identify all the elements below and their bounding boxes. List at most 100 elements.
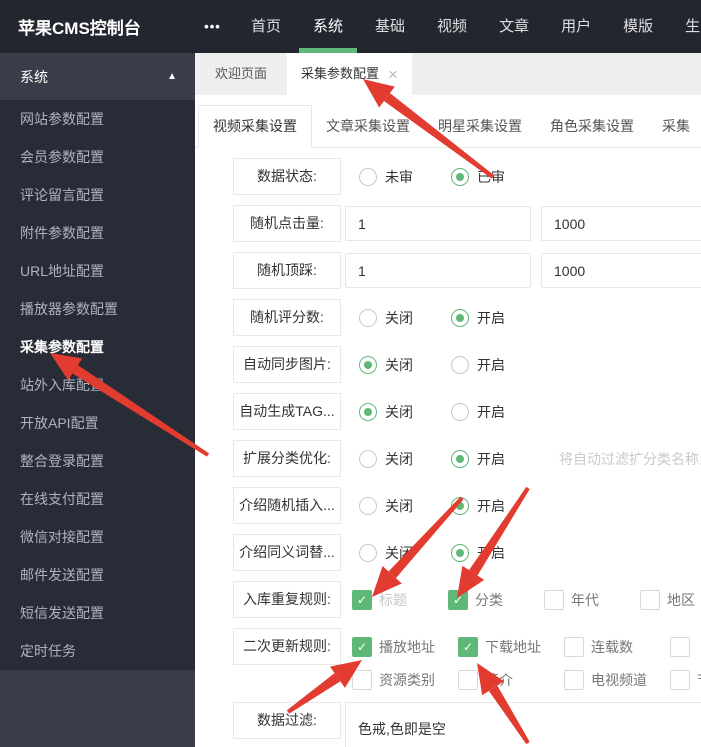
checkbox-label: 简介 [485,672,513,688]
radio-option[interactable]: 关闭 [359,496,413,516]
radio-icon [359,543,377,562]
top-nav-item-3[interactable]: 基础 [359,0,421,53]
sidebar-item-8[interactable]: 站外入库配置 [0,366,195,404]
checkbox-option[interactable]: ✓ 播放地址 [352,637,458,657]
checkbox-option[interactable]: ✓ 电视频道 [564,670,670,690]
row-label: 二次更新规则: [233,628,341,665]
more-menu-icon[interactable]: ••• [190,19,235,34]
sidebar-item-3[interactable]: 评论留言配置 [0,176,195,214]
window-tab-2[interactable]: 采集参数配置 × [287,53,412,95]
checkbox-option[interactable]: ✓ 下载地址 [458,637,564,657]
number-input-1[interactable] [345,206,531,241]
top-nav-item-label: 文章 [499,18,530,35]
checkbox-option[interactable]: ✓ 连载数 [564,637,670,657]
row-label: 入库重复规则: [233,581,341,618]
sidebar-item-11[interactable]: 在线支付配置 [0,480,195,518]
sidebar-item-6[interactable]: 播放器参数配置 [0,290,195,328]
radio-icon [451,355,469,374]
top-nav-item-7[interactable]: 模版 [607,0,669,53]
form-row-3: 随机顶踩: [233,252,701,289]
settings-tab-1[interactable]: 视频采集设置 [198,105,312,148]
sidebar-item-13[interactable]: 邮件发送配置 [0,556,195,594]
top-nav-item-1[interactable]: 首页 [235,0,297,53]
top-nav-item-4[interactable]: 视频 [421,0,483,53]
settings-tab-3[interactable]: 明星采集设置 [424,105,536,147]
close-icon[interactable]: × [388,66,398,83]
checkbox-option[interactable]: ✓ 标题 [352,590,448,610]
sidebar-item-15[interactable]: 定时任务 [0,632,195,670]
settings-tab-4[interactable]: 角色采集设置 [536,105,648,147]
top-nav: 首页 系统 基础 视频 文章 用户 模版 生 [235,0,701,53]
settings-tab-2[interactable]: 文章采集设置 [312,105,424,147]
top-nav-item-5[interactable]: 文章 [483,0,545,53]
row-controls: ✓标题✓分类✓年代✓地区✓ [341,581,701,612]
app-title: 苹果CMS控制台 [18,19,141,38]
row-label: 随机顶踩: [233,252,341,289]
sidebar-item-2[interactable]: 会员参数配置 [0,138,195,176]
checkbox-icon: ✓ [352,670,372,690]
window-tab-bar: 欢迎页面 采集参数配置 × [195,53,701,95]
sidebar-item-10[interactable]: 整合登录配置 [0,442,195,480]
radio-label: 关闭 [385,309,413,326]
radio-icon [451,496,469,515]
checkbox-option[interactable]: ✓ 年代 [544,590,640,610]
radio-option[interactable]: 关闭 [359,449,413,469]
sidebar-item-9[interactable]: 开放API配置 [0,404,195,442]
radio-dot [364,360,372,369]
radio-option[interactable]: 开启 [451,355,505,375]
row-controls: 关闭 开启 [345,393,529,430]
radio-label: 关闭 [385,450,413,467]
radio-option[interactable]: 开启 [451,402,505,422]
row-label: 自动同步图片: [233,346,341,383]
filter-input[interactable] [345,702,701,747]
radio-option[interactable]: 开启 [451,449,505,469]
row-controls: ✓播放地址✓下载地址✓连载数✓✓资源类别✓简介✓电视频道✓节 [341,628,701,692]
checkbox-option[interactable]: ✓ 分类 [448,590,544,610]
radio-option[interactable]: 关闭 [359,543,413,563]
window-tab-1[interactable]: 欢迎页面 [195,53,287,95]
top-nav-item-8[interactable]: 生 [669,0,701,53]
number-input-2[interactable] [541,253,701,288]
radio-option[interactable]: 开启 [451,543,505,563]
radio-icon [359,308,377,327]
window-tab-label: 采集参数配置 [301,66,380,81]
top-nav-item-6[interactable]: 用户 [545,0,607,53]
settings-tab-bar: 视频采集设置 文章采集设置 明星采集设置 角色采集设置 采集 [195,105,701,148]
sidebar-item-7[interactable]: 采集参数配置 [0,328,195,366]
sidebar-group-header[interactable]: 系统 ▲ [0,53,195,100]
radio-option[interactable]: 关闭 [359,402,413,422]
settings-tab-5[interactable]: 采集 [648,105,701,147]
row-label: 随机评分数: [233,299,341,336]
checkbox-label: 下载地址 [485,639,541,655]
radio-label: 开启 [477,309,505,326]
sidebar-item-12[interactable]: 微信对接配置 [0,518,195,556]
form-row-9: 介绍同义词替... 关闭 开启 [233,534,701,571]
sidebar-item-14[interactable]: 短信发送配置 [0,594,195,632]
radio-option[interactable]: 已审 [451,167,505,187]
radio-dot [456,313,464,322]
top-nav-item-2[interactable]: 系统 [297,0,359,53]
collapse-arrow-icon: ▲ [167,71,177,82]
checkbox-option[interactable]: ✓节 [670,670,701,690]
radio-label: 关闭 [385,403,413,420]
sidebar-item-5[interactable]: URL地址配置 [0,252,195,290]
top-nav-item-label: 生 [685,18,701,35]
row-controls: 未审 已审 [345,158,529,195]
radio-icon [359,167,377,186]
number-input-2[interactable] [541,206,701,241]
number-input-1[interactable] [345,253,531,288]
checkbox-option[interactable]: ✓ [670,637,701,657]
sidebar-item-1[interactable]: 网站参数配置 [0,100,195,138]
row-label: 数据过滤: [233,702,341,739]
sidebar-item-4[interactable]: 附件参数配置 [0,214,195,252]
row-controls: 关闭 开启 [345,487,529,524]
row-controls: 关闭 开启 [345,534,529,571]
radio-option[interactable]: 关闭 [359,308,413,328]
radio-option[interactable]: 开启 [451,308,505,328]
radio-option[interactable]: 开启 [451,496,505,516]
checkbox-option[interactable]: ✓ 简介 [458,670,564,690]
checkbox-option[interactable]: ✓ 资源类别 [352,670,458,690]
radio-option[interactable]: 未审 [359,167,413,187]
checkbox-option[interactable]: ✓ 地区 [640,590,701,610]
radio-option[interactable]: 关闭 [359,355,413,375]
